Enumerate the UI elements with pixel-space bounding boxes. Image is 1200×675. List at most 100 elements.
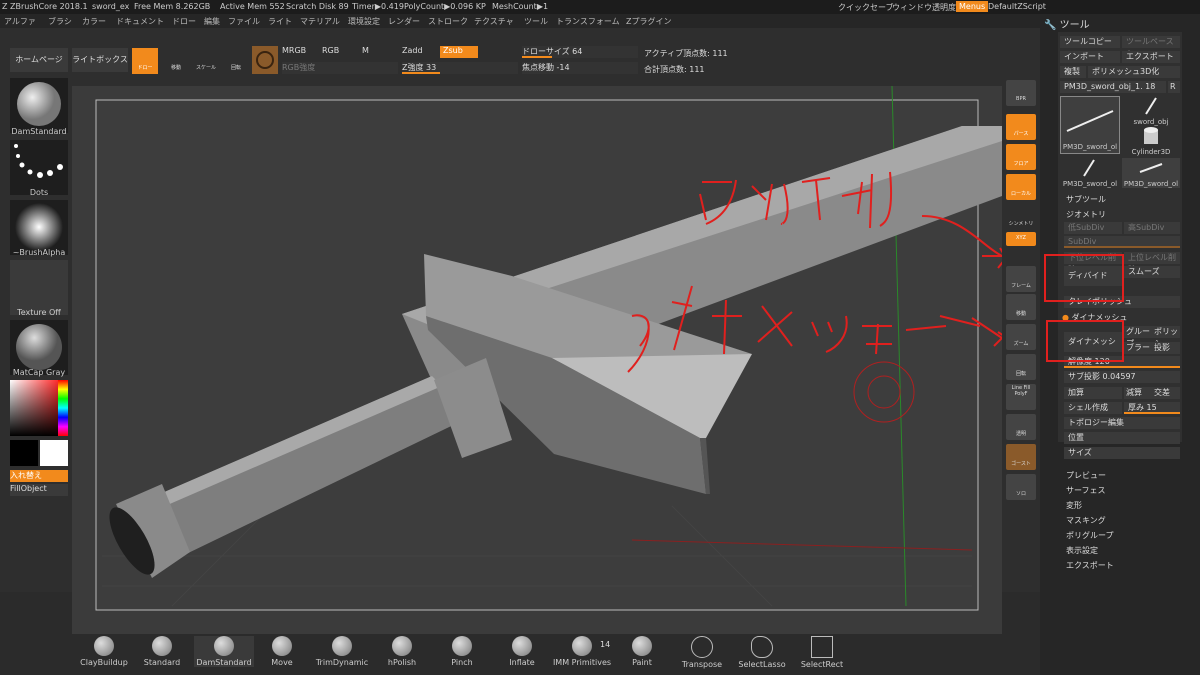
move-mode-button[interactable]: 移動 — [164, 48, 188, 74]
scale-mode-button[interactable]: スケール — [194, 48, 218, 74]
menu-material[interactable]: マテリアル — [300, 16, 340, 27]
brush-pinch[interactable]: Pinch — [432, 636, 492, 667]
menu-document[interactable]: ドキュメント — [116, 16, 164, 27]
tool-thumb-4[interactable]: PM3D_sword_ol — [1060, 158, 1120, 188]
display-section[interactable]: 表示設定 — [1066, 545, 1098, 556]
current-tool-slider[interactable]: PM3D_sword_obj_1. 18 — [1060, 81, 1166, 93]
clone-button[interactable]: 複製 — [1060, 66, 1086, 78]
canvas-viewport[interactable] — [72, 85, 1008, 634]
menu-texture[interactable]: テクスチャ — [474, 16, 514, 27]
draw-mode-button[interactable]: ドロー — [132, 48, 158, 74]
homepage-button[interactable]: ホームページ — [10, 48, 68, 72]
floor-button[interactable]: フロア — [1006, 144, 1036, 170]
export-button[interactable]: エクスポート — [1122, 51, 1180, 63]
geometry-section[interactable]: ジオメトリ — [1066, 209, 1106, 220]
menu-file[interactable]: ファイル — [228, 16, 260, 27]
tool-thumb-1[interactable]: PM3D_sword_ol — [1060, 96, 1120, 154]
default-zscript[interactable]: DefaultZScript — [988, 2, 1046, 11]
symmetry-button[interactable]: シンメトリ — [1006, 204, 1036, 230]
brush-trimdynamic[interactable]: TrimDynamic — [312, 636, 372, 667]
select-lasso-tool[interactable]: SelectLasso — [732, 636, 792, 669]
smooth-toggle[interactable]: スムーズ — [1124, 266, 1180, 278]
shell-button[interactable]: シェル作成 — [1064, 402, 1122, 414]
rotate-mode-button[interactable]: 回転 — [224, 48, 248, 74]
material-swatch[interactable] — [252, 46, 278, 74]
brush-thumbnail[interactable] — [10, 78, 68, 133]
groups-toggle[interactable]: グループ — [1124, 326, 1152, 348]
swap-colors-button[interactable]: 入れ替え — [10, 470, 68, 482]
brush-damstandard[interactable]: DamStandard — [194, 636, 254, 667]
brush-paint[interactable]: Paint — [612, 636, 672, 667]
menu-brush[interactable]: ブラシ — [48, 16, 72, 27]
zoom-view-button[interactable]: ズーム — [1006, 324, 1036, 350]
secondary-color-swatch[interactable] — [10, 440, 38, 466]
tool-thumb-2[interactable]: sword_obj — [1122, 96, 1180, 126]
tool-thumb-3[interactable]: Cylinder3D — [1122, 126, 1180, 156]
transpose-tool[interactable]: Transpose — [672, 636, 732, 669]
quicksave-button[interactable]: クイックセーブ — [838, 2, 894, 13]
mrgb-button[interactable]: MRGB — [282, 46, 318, 58]
window-transparency-slider[interactable]: ウィンドウ透明度 — [892, 2, 956, 13]
texture-thumbnail[interactable] — [10, 260, 68, 315]
rotate-view-button[interactable]: 回転 — [1006, 354, 1036, 380]
deformation-section[interactable]: 変形 — [1066, 500, 1082, 511]
subtract-button[interactable]: 減算 — [1124, 387, 1152, 399]
m-button[interactable]: M — [362, 46, 398, 58]
rgb-intensity-slider[interactable]: RGB強度 — [282, 62, 398, 74]
z-intensity-slider[interactable]: Z強度 33 — [402, 62, 518, 74]
import-button[interactable]: インポート — [1060, 51, 1120, 63]
topology-section[interactable]: トポロジー編集 — [1064, 417, 1180, 429]
surface-section[interactable]: サーフェス — [1066, 485, 1106, 496]
masking-section[interactable]: マスキング — [1066, 515, 1106, 526]
subtool-section[interactable]: サブツール — [1066, 194, 1106, 205]
position-section[interactable]: 位置 — [1064, 432, 1180, 444]
menu-render[interactable]: レンダー — [388, 16, 420, 27]
brush-claybuildup[interactable]: ClayBuildup — [74, 636, 134, 667]
menu-draw[interactable]: ドロー — [172, 16, 196, 27]
material-thumbnail[interactable] — [10, 320, 68, 375]
make-polymesh-button[interactable]: ポリメッシュ3D化 — [1088, 66, 1180, 78]
move-view-button[interactable]: 移動 — [1006, 294, 1036, 320]
main-color-swatch[interactable] — [40, 440, 68, 466]
sword-model[interactable] — [72, 85, 1008, 634]
transparent-button[interactable]: 透明 — [1006, 414, 1036, 440]
subproject-slider[interactable]: サブ投影 0.04597 — [1064, 371, 1180, 383]
brush-standard[interactable]: Standard — [132, 636, 192, 667]
tool-thumb-5[interactable]: PM3D_sword_ol — [1122, 158, 1180, 188]
lower-subdiv-button[interactable]: 低SubDiv — [1064, 222, 1122, 234]
hue-strip[interactable] — [58, 380, 68, 436]
lightbox-button[interactable]: ライトボックス — [72, 48, 128, 72]
fill-object-button[interactable]: FillObject — [10, 484, 68, 496]
preview-section[interactable]: プレビュー — [1066, 470, 1106, 481]
menu-zplugin[interactable]: Zプラグイン — [626, 16, 671, 27]
bpr-button[interactable]: BPR — [1006, 80, 1036, 106]
color-picker[interactable] — [10, 380, 68, 436]
xyz-button[interactable]: XYZ — [1006, 232, 1036, 246]
thickness-slider[interactable]: 厚み 15 — [1124, 402, 1180, 414]
higher-subdiv-button[interactable]: 高SubDiv — [1124, 222, 1180, 234]
menu-alpha[interactable]: アルファ — [4, 16, 36, 27]
draw-size-slider[interactable]: ドローサイズ 64 — [522, 46, 638, 58]
export-section[interactable]: エクスポート — [1066, 560, 1114, 571]
brush-hpolish[interactable]: hPolish — [372, 636, 432, 667]
zadd-button[interactable]: Zadd — [402, 46, 438, 58]
local-button[interactable]: ローカル — [1006, 174, 1036, 200]
add-button[interactable]: 加算 — [1064, 387, 1122, 399]
menu-preferences[interactable]: 環境設定 — [348, 16, 380, 27]
subdiv-slider[interactable]: SubDiv — [1064, 236, 1180, 248]
menu-tool[interactable]: ツール — [524, 16, 548, 27]
stroke-thumbnail[interactable] — [10, 140, 68, 195]
polish-toggle[interactable]: ポリッシ — [1152, 326, 1180, 348]
menu-edit[interactable]: 編集 — [204, 16, 220, 27]
delete-higher-button[interactable]: 上位レベル削除 — [1124, 252, 1180, 274]
brush-move[interactable]: Move — [252, 636, 312, 667]
select-rect-tool[interactable]: SelectRect — [792, 636, 852, 669]
perspective-button[interactable]: パース — [1006, 114, 1036, 140]
line-fill-button[interactable]: Line Fill PolyF — [1006, 384, 1036, 410]
intersect-button[interactable]: 交差 — [1152, 387, 1180, 399]
r-button[interactable]: R — [1168, 81, 1180, 93]
menu-stroke[interactable]: ストローク — [428, 16, 468, 27]
menus-button[interactable]: Menus — [956, 1, 989, 12]
solo-button[interactable]: ソロ — [1006, 474, 1036, 500]
polygroups-section[interactable]: ポリグループ — [1066, 530, 1114, 541]
